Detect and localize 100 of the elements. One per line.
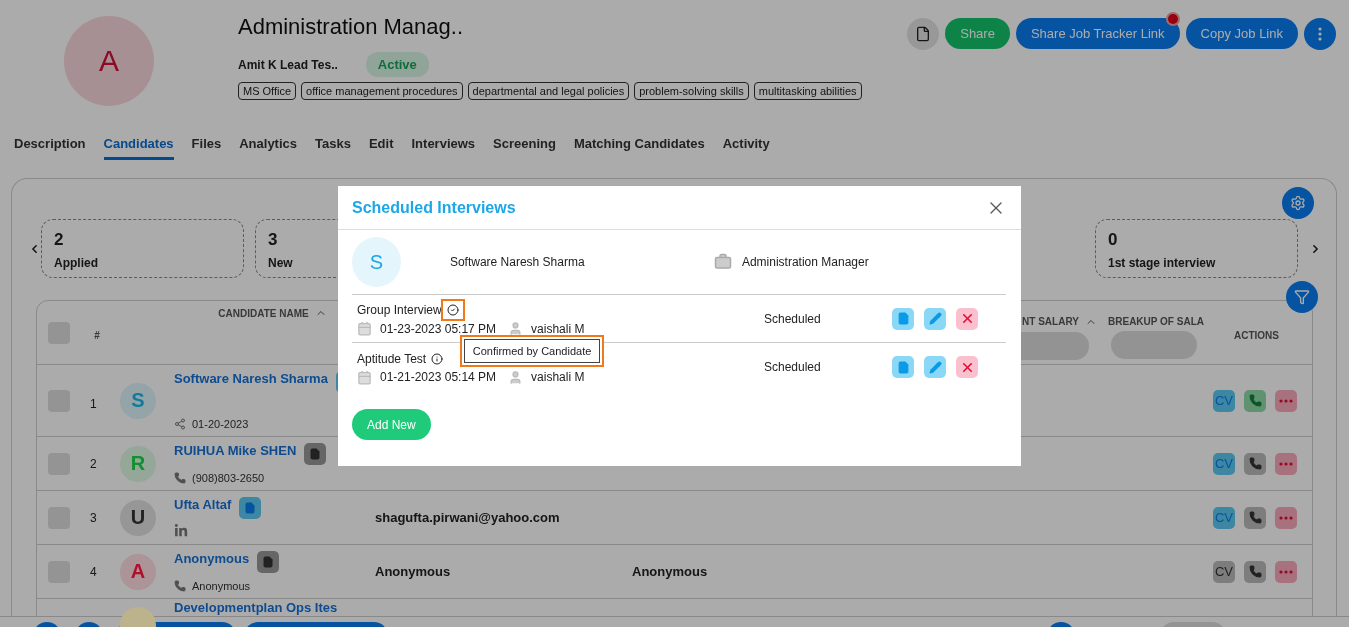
call-button[interactable] [1244,452,1266,475]
document-icon [896,312,910,325]
candidate-name-link[interactable]: Developmentplan Ops Ites [174,600,338,615]
row-number: 3 [89,510,98,525]
tab[interactable]: Interviews [411,130,476,160]
settings-button[interactable] [1282,187,1314,219]
tab[interactable]: Screening [493,130,556,160]
document-icon [244,502,257,514]
dialog-title: Scheduled Interviews [352,198,516,217]
tab[interactable]: Edit [368,130,394,160]
phone-icon [174,472,186,484]
add-new-button[interactable]: Add New [352,409,431,440]
stage-card[interactable]: 2 Applied [41,219,244,278]
stage-count: 0 [1108,230,1118,250]
menu-button[interactable] [1304,18,1336,50]
tab[interactable]: Files [191,130,222,160]
link-button[interactable]: Copy Job Link [1185,18,1298,49]
job-name: Administration Manager [741,255,870,269]
interviewer-name: vaishali M [531,370,585,384]
stage-card[interactable]: 0 1st stage interview [1095,219,1298,278]
call-button[interactable] [1244,560,1266,583]
call-button[interactable] [1244,389,1266,412]
interview-status: Scheduled [764,311,822,326]
candidate-avatar: A [120,553,156,590]
tab[interactable]: Candidates [103,130,174,160]
candidate-avatar: U [120,499,156,536]
tab[interactable]: Description [14,130,86,160]
delete-button[interactable] [956,307,978,330]
tab[interactable]: Activity [722,130,770,160]
view-button[interactable] [892,356,914,378]
linkedin-icon [174,524,188,538]
share-button[interactable]: Share [945,18,1010,49]
phone-number: Anonymous [192,580,251,592]
view-button[interactable] [892,307,914,330]
candidate-name-link[interactable]: RUIHUA Mike SHEN [174,443,297,458]
stage-label: Applied [54,256,98,270]
settings-icon [1290,195,1306,211]
applied-date: 01-20-2023 [192,418,249,430]
resume-badge[interactable] [304,443,327,465]
column-header[interactable]: CANDIDATE NAME [218,307,327,319]
column-header: ACTIONS [1234,330,1279,341]
skill-tag: office management procedures [301,82,463,100]
email-cell-text: Anonymous [374,564,452,579]
phone-cell-text: Anonymous [631,564,709,579]
more-button[interactable] [1275,560,1297,583]
stage-label: 1st stage interview [1108,256,1216,270]
tab[interactable]: Analytics [239,130,298,160]
skill-tag: multitasking abilities [753,82,862,100]
edit-button[interactable] [924,307,946,330]
delete-button[interactable] [956,356,978,378]
ellipsis-icon [1279,515,1293,520]
calendar-icon [357,321,372,336]
briefcase-icon [713,253,732,271]
call-button[interactable] [1244,506,1266,529]
job-title: Administration Manag.. [238,14,464,40]
row-number: 2 [89,456,98,471]
cv-button[interactable]: CV [1213,560,1235,583]
filter-button[interactable] [1286,281,1318,313]
edit-button[interactable] [924,356,946,378]
person-icon [508,321,524,336]
document-button[interactable] [907,18,940,50]
stage-count: 2 [54,230,64,250]
share-icon [174,418,186,430]
interview-date: 01-23-2023 05:17 PM [380,321,497,336]
tab[interactable]: Matching Candidates [573,130,705,160]
skill-tag: MS Office [238,82,297,100]
column-header[interactable]: NT SALARY [1010,315,1097,328]
interviewer-name: vaishali M [531,321,585,336]
phone-number: (908)803-2650 [192,472,265,484]
interview-title: Group Interview [357,303,442,317]
pencil-icon [928,360,942,374]
candidate-avatar: S [120,382,156,419]
stage-label: New [268,256,293,270]
phone-icon [1248,394,1262,407]
document-icon [896,360,910,374]
phone-icon [174,580,186,592]
interview-date: 01-21-2023 05:14 PM [380,370,497,384]
resume-badge[interactable] [257,551,280,573]
row-number: 1 [89,396,98,411]
ellipsis-icon [1279,398,1293,403]
person-icon [508,369,524,385]
candidate-name-link[interactable]: Software Naresh Sharma [174,371,328,386]
row-number: 4 [89,564,98,579]
skill-tag: problem-solving skills [634,82,749,100]
document-icon [915,26,932,42]
more-button[interactable] [1275,452,1297,475]
resume-badge[interactable] [239,497,262,519]
candidate-name-link[interactable]: Ufta Altaf [174,497,232,512]
more-button[interactable] [1275,506,1297,529]
status-badge: Active [365,52,429,77]
candidate-avatar: R [120,445,156,482]
tab[interactable]: Tasks [315,130,351,160]
more-button[interactable] [1275,389,1297,412]
calendar-icon [357,369,372,385]
candidate-name-link[interactable]: Anonymous [174,551,250,566]
skill-tag: departmental and legal policies [467,82,630,100]
candidate-avatar: S [352,237,401,287]
pencil-icon [928,312,942,325]
filter-field[interactable] [1111,331,1197,359]
tooltip-text: Confirmed by Candidate [463,339,601,363]
